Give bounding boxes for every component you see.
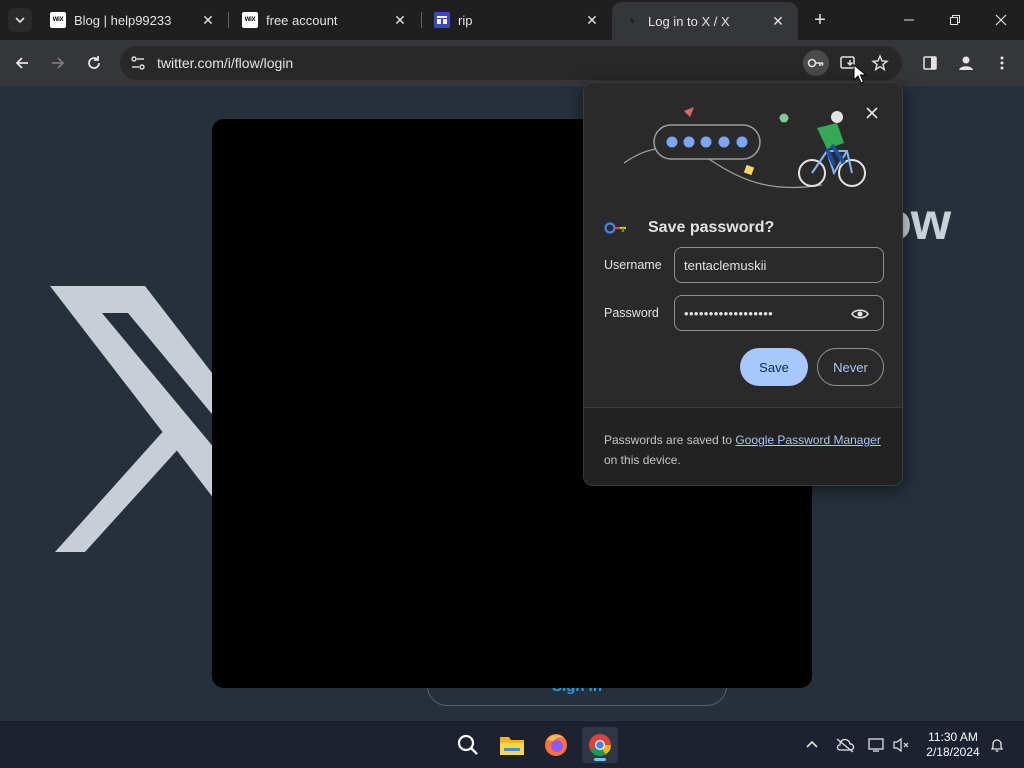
chrome-icon (589, 734, 611, 756)
arrow-left-icon (15, 57, 28, 69)
footer-suffix: on this device. (604, 453, 681, 467)
chevron-down-icon (15, 17, 25, 24)
tab-separator (228, 12, 229, 28)
side-panel-icon (923, 56, 937, 70)
clock-time: 11:30 AM (928, 730, 978, 744)
save-button[interactable]: Save (740, 348, 808, 386)
close-icon (995, 14, 1007, 26)
key-icon (807, 58, 824, 68)
dialog-title: Save password? (648, 219, 775, 236)
close-icon[interactable]: ✕ (200, 12, 216, 28)
eye-icon[interactable] (851, 305, 869, 323)
notifications-button[interactable] (985, 733, 1009, 757)
reload-icon (88, 56, 100, 69)
tab-free-account[interactable]: WiX free account ✕ (230, 0, 420, 40)
mouse-cursor-icon (853, 64, 867, 84)
wix-icon: WiX (50, 12, 66, 28)
taskbar-file-explorer[interactable] (494, 727, 530, 763)
profile-button[interactable] (952, 49, 980, 77)
close-icon[interactable]: ✕ (584, 12, 600, 28)
username-label: Username (604, 258, 662, 272)
tab-title: rip (458, 12, 473, 28)
bookmark-button[interactable] (867, 50, 893, 76)
bell-icon (990, 739, 1004, 752)
active-app-indicator (594, 758, 606, 761)
new-tab-button[interactable]: + (808, 8, 832, 32)
taskbar-search-button[interactable] (450, 727, 486, 763)
cloud-offline-icon (836, 738, 855, 753)
system-clock[interactable]: 11:30 AM 2/18/2024 (918, 730, 988, 760)
footer-text: Passwords are saved to Google Password M… (604, 430, 889, 470)
restore-button[interactable] (932, 0, 978, 40)
minimize-icon (904, 19, 914, 21)
google-key-icon (604, 222, 626, 234)
password-value: •••••••••••••••••• (684, 305, 774, 321)
tab-title: Log in to X / X (648, 13, 730, 29)
tab-strip: WiX Blog | help99233 ✕ WiX free account … (0, 0, 1024, 40)
password-key-button[interactable] (803, 50, 829, 76)
taskbar: 11:30 AM 2/18/2024 (0, 720, 1024, 768)
folder-icon (500, 737, 524, 755)
tray-volume[interactable] (890, 733, 914, 757)
tray-network[interactable] (865, 733, 889, 757)
menu-button[interactable] (988, 49, 1016, 77)
never-button[interactable]: Never (817, 348, 884, 386)
x-icon: 𝕏 (629, 18, 635, 25)
volume-muted-icon (893, 737, 909, 753)
password-field[interactable]: •••••••••••••••••• (674, 295, 884, 331)
side-panel-button[interactable] (916, 49, 944, 77)
chevron-up-icon (806, 740, 818, 748)
password-manager-link[interactable]: Google Password Manager (735, 433, 880, 447)
profile-icon (959, 56, 973, 70)
minimize-button[interactable] (886, 0, 932, 40)
address-bar[interactable]: twitter.com/i/flow/login (120, 46, 902, 80)
tab-rip[interactable]: rip ✕ (422, 0, 612, 40)
network-icon (868, 738, 884, 752)
url-text[interactable]: twitter.com/i/flow/login (157, 55, 293, 71)
username-value: tentaclemuskii (684, 257, 767, 273)
tab-x-login[interactable]: 𝕏 Log in to X / X ✕ (612, 2, 798, 40)
tab-title: free account (266, 12, 338, 28)
close-icon[interactable]: ✕ (392, 12, 408, 28)
restore-icon (950, 15, 960, 25)
clock-date: 2/18/2024 (926, 745, 980, 759)
tab-search-button[interactable] (8, 8, 32, 32)
star-icon (871, 54, 889, 72)
taskbar-firefox[interactable] (538, 727, 574, 763)
more-vert-icon (1000, 56, 1004, 70)
taskbar-chrome[interactable] (582, 727, 618, 763)
close-icon[interactable]: ✕ (770, 13, 786, 29)
back-button[interactable] (8, 49, 36, 77)
tray-onedrive[interactable] (833, 733, 857, 757)
firefox-icon (545, 734, 567, 756)
site-settings-icon[interactable] (130, 55, 146, 71)
close-window-button[interactable] (978, 0, 1024, 40)
tab-blog[interactable]: WiX Blog | help99233 ✕ (38, 0, 228, 40)
arrow-right-icon (52, 57, 65, 69)
dialog-footer: Passwords are saved to Google Password M… (584, 407, 902, 485)
tab-title: Blog | help99233 (74, 12, 172, 28)
dialog-header: Save password? (604, 219, 774, 237)
wix-icon: WiX (242, 12, 258, 28)
rip-site-icon (434, 12, 450, 28)
password-label: Password (604, 306, 659, 320)
username-field[interactable]: tentaclemuskii (674, 247, 884, 283)
browser-toolbar: twitter.com/i/flow/login (0, 40, 1024, 86)
footer-prefix: Passwords are saved to (604, 433, 736, 447)
search-icon (457, 734, 478, 755)
password-illustration-icon (623, 107, 866, 189)
forward-button[interactable] (44, 49, 72, 77)
reload-button[interactable] (80, 49, 108, 77)
show-hidden-icons-button[interactable] (800, 733, 824, 757)
save-password-dialog: Save password? Username tentaclemuskii P… (583, 82, 903, 486)
